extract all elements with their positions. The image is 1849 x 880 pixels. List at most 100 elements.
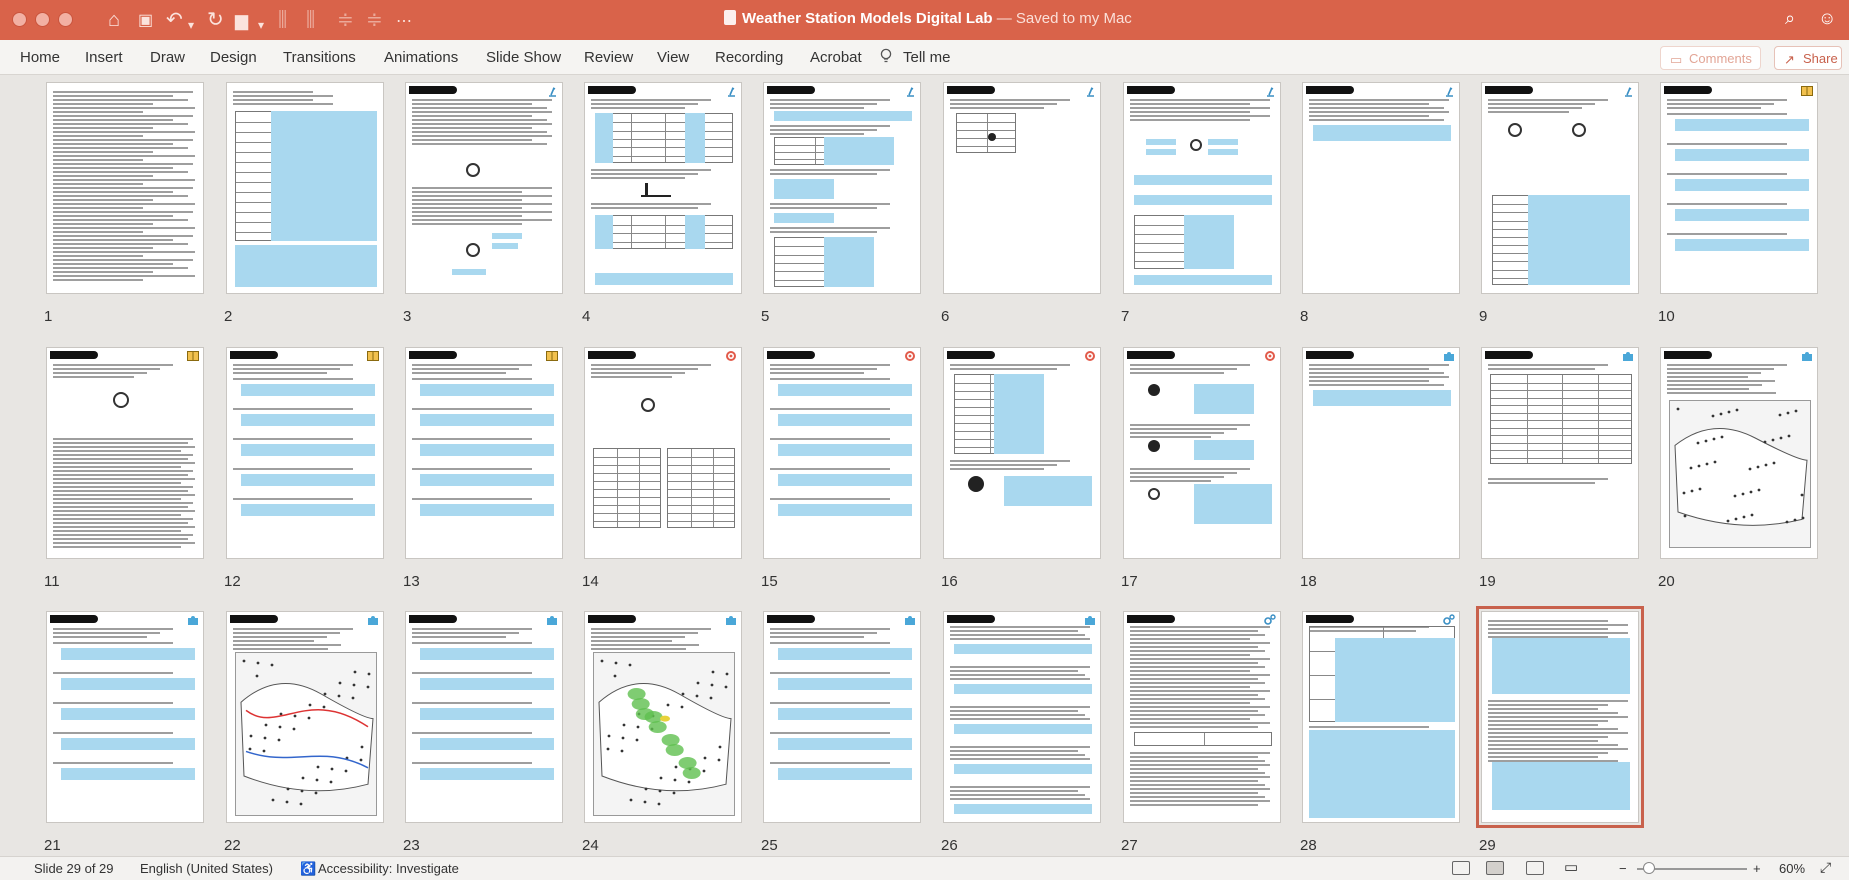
text-line xyxy=(412,135,552,137)
slide-thumbnail[interactable] xyxy=(226,611,384,823)
slide-thumbnail[interactable] xyxy=(1481,347,1639,559)
text-line xyxy=(412,408,532,410)
slide-thumbnail[interactable] xyxy=(46,347,204,559)
accessibility-icon[interactable]: ♿ xyxy=(300,861,316,877)
grid-line xyxy=(1526,375,1528,463)
save-status: — Saved to my Mac xyxy=(992,10,1132,27)
fit-to-window-icon[interactable]: ⤢ xyxy=(1820,859,1831,876)
slide-thumbnail[interactable] xyxy=(226,82,384,294)
tab-home[interactable]: Home xyxy=(20,49,60,66)
zoom-window-button[interactable] xyxy=(58,12,73,27)
tab-transitions[interactable]: Transitions xyxy=(283,49,356,66)
normal-view-button[interactable] xyxy=(1452,861,1470,875)
tell-me-search[interactable]: Tell me xyxy=(903,49,951,66)
slide-thumbnail[interactable] xyxy=(943,347,1101,559)
account-icon[interactable]: ☺ xyxy=(1818,8,1836,29)
slide-thumbnail[interactable] xyxy=(1123,82,1281,294)
save-icon[interactable]: ▣ xyxy=(138,10,153,32)
slide-number: 13 xyxy=(403,573,420,590)
slide-thumbnail[interactable] xyxy=(405,82,563,294)
align-left-icon[interactable]: ⫼ xyxy=(278,9,287,31)
slide-thumbnail[interactable] xyxy=(1660,82,1818,294)
slide-thumbnail[interactable] xyxy=(1481,82,1639,294)
align-center-icon[interactable]: ⫼ xyxy=(306,9,315,31)
slide-thumbnail[interactable] xyxy=(1123,347,1281,559)
slide-thumbnail[interactable] xyxy=(1302,82,1460,294)
tab-recording[interactable]: Recording xyxy=(715,49,783,66)
tab-review[interactable]: Review xyxy=(584,49,633,66)
slide-thumbnail[interactable] xyxy=(46,611,204,823)
slide-number: 22 xyxy=(224,837,241,854)
table-grid xyxy=(956,113,1016,153)
text-line xyxy=(1130,780,1258,782)
slide-number: 11 xyxy=(44,573,60,590)
tab-design[interactable]: Design xyxy=(210,49,257,66)
share-button[interactable]: ↗ Share xyxy=(1774,46,1842,70)
text-line xyxy=(1488,740,1598,742)
text-line xyxy=(53,139,193,141)
new-slide-dropdown-chevron-icon[interactable]: ▾ xyxy=(258,14,264,36)
tab-slide-show[interactable]: Slide Show xyxy=(486,49,561,66)
home-icon[interactable]: ⌂ xyxy=(108,9,120,31)
reading-view-button[interactable] xyxy=(1526,861,1544,875)
distribute-vertical-icon[interactable]: ≑ xyxy=(366,9,383,31)
distribute-horizontal-icon[interactable]: ≑ xyxy=(337,9,354,31)
slide-thumbnail[interactable] xyxy=(1302,347,1460,559)
text-line xyxy=(53,518,193,520)
slide-thumbnail[interactable] xyxy=(763,611,921,823)
slide-thumbnail[interactable] xyxy=(943,611,1101,823)
new-slide-icon[interactable]: ▆ xyxy=(235,10,248,32)
slide-thumbnail[interactable] xyxy=(943,82,1101,294)
slide-number: 19 xyxy=(1479,573,1496,590)
zoom-slider-knob[interactable] xyxy=(1643,862,1655,874)
text-line xyxy=(1488,720,1608,722)
slide-show-icon[interactable]: ▭ xyxy=(1564,858,1578,876)
slide-thumbnail[interactable] xyxy=(1660,347,1818,559)
grid-line xyxy=(594,513,660,514)
zoom-in-button[interactable]: + xyxy=(1753,861,1761,876)
slide-thumbnail[interactable] xyxy=(1476,606,1644,828)
undo-dropdown-chevron-icon[interactable]: ▾ xyxy=(188,14,194,36)
zoom-level[interactable]: 60% xyxy=(1779,861,1805,876)
slide-thumbnail[interactable] xyxy=(46,82,204,294)
grid-line xyxy=(594,481,660,482)
minimize-window-button[interactable] xyxy=(35,12,50,27)
language-indicator[interactable]: English (United States) xyxy=(140,861,273,876)
answer-box xyxy=(1313,390,1451,406)
text-line xyxy=(412,632,519,634)
search-icon[interactable]: ⌕ xyxy=(1785,8,1795,29)
accessibility-status[interactable]: Accessibility: Investigate xyxy=(318,861,459,876)
answer-box xyxy=(420,504,554,516)
close-window-button[interactable] xyxy=(12,12,27,27)
text-line xyxy=(1488,478,1608,480)
tab-draw[interactable]: Draw xyxy=(150,49,185,66)
slide-thumbnail[interactable] xyxy=(1123,611,1281,823)
undo-icon[interactable]: ↶ xyxy=(166,9,183,31)
redo-icon[interactable]: ↻ xyxy=(207,9,224,31)
more-options-icon[interactable]: ⋯ xyxy=(396,11,412,33)
slide-thumbnail[interactable] xyxy=(584,611,742,823)
slide-thumbnail[interactable] xyxy=(405,347,563,559)
slide-thumbnail[interactable] xyxy=(763,82,921,294)
tab-acrobat[interactable]: Acrobat xyxy=(810,49,862,66)
text-line xyxy=(1488,103,1595,105)
comments-button[interactable]: ▭ Comments xyxy=(1660,46,1761,70)
text-line xyxy=(53,251,195,253)
slide-thumbnail[interactable] xyxy=(584,82,742,294)
slide-thumbnail[interactable] xyxy=(1302,611,1460,823)
text-line xyxy=(1130,372,1224,374)
text-line xyxy=(1130,804,1258,806)
slide-thumbnail[interactable] xyxy=(226,347,384,559)
tab-animations[interactable]: Animations xyxy=(384,49,458,66)
zoom-out-button[interactable]: − xyxy=(1619,861,1627,876)
slide-sorter-view-button[interactable] xyxy=(1486,861,1504,875)
text-line xyxy=(53,171,188,173)
tab-view[interactable]: View xyxy=(657,49,689,66)
text-line xyxy=(591,628,711,630)
text-line xyxy=(770,438,890,440)
book-icon xyxy=(367,351,379,361)
slide-thumbnail[interactable] xyxy=(763,347,921,559)
slide-thumbnail[interactable] xyxy=(405,611,563,823)
tab-insert[interactable]: Insert xyxy=(85,49,123,66)
slide-thumbnail[interactable] xyxy=(584,347,742,559)
